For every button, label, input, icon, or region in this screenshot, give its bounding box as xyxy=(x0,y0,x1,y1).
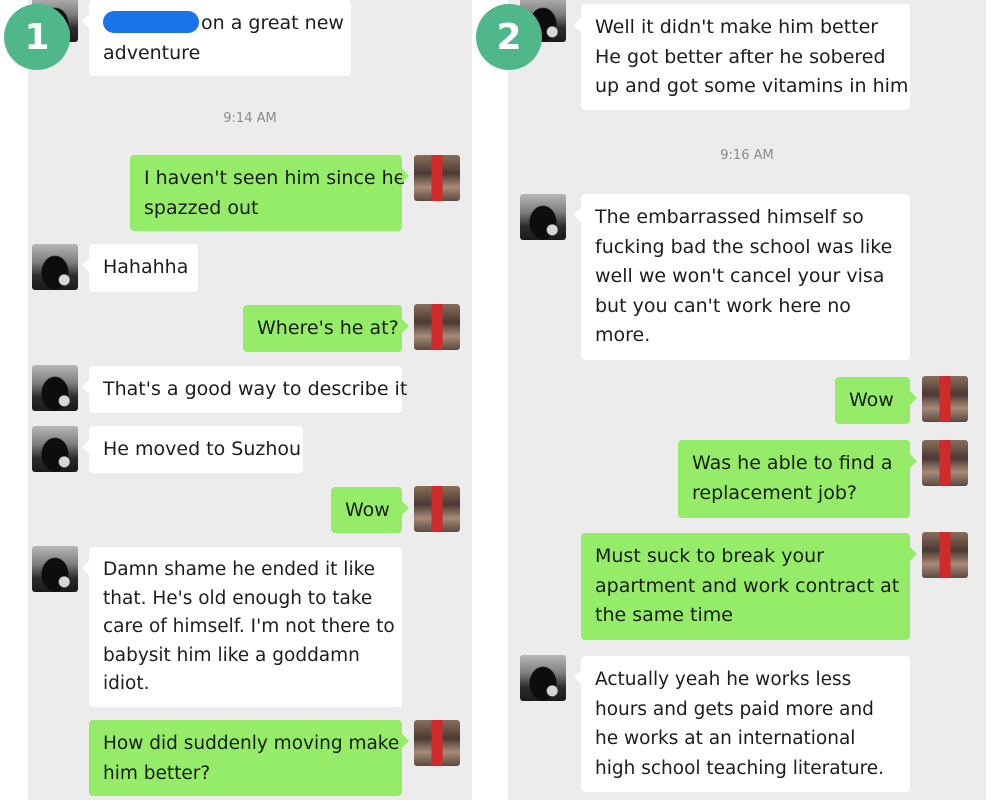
message-text: fucking bad the school was like xyxy=(595,235,893,258)
self-avatar[interactable] xyxy=(414,155,460,201)
timestamp: 9:16 AM xyxy=(720,148,774,163)
message-text: high school teaching literature. xyxy=(595,757,885,779)
contact-avatar[interactable] xyxy=(520,655,566,701)
message-text: the same time xyxy=(595,604,733,626)
message-text: Damn shame he ended it like xyxy=(103,559,376,580)
message-text: Well it didn't make him better xyxy=(595,16,879,38)
redacted-name-mark xyxy=(103,11,199,33)
self-avatar[interactable] xyxy=(414,486,460,532)
message-text: hours and gets paid more and xyxy=(595,698,874,720)
message-incoming: That's a good way to describe it xyxy=(82,366,408,413)
message-incoming: Hahahha xyxy=(82,244,198,292)
message-text: babysit him like a goddamn xyxy=(103,644,360,666)
message-text: spazzed out xyxy=(144,196,259,219)
self-avatar[interactable] xyxy=(414,720,460,766)
message-text: The embarrassed himself so xyxy=(595,206,864,228)
contact-avatar[interactable] xyxy=(520,194,566,240)
message-text: Where's he at? xyxy=(257,317,399,339)
message-incoming: Well it didn't make him better He got be… xyxy=(574,4,910,110)
chat-panel-2: Well it didn't make him better He got be… xyxy=(508,0,986,800)
message-text: he works at an international xyxy=(595,728,856,749)
message-text: adventure xyxy=(103,41,201,64)
message-text: Was he able to find a xyxy=(692,452,893,474)
message-text: him better? xyxy=(103,762,211,784)
message-text: How did suddenly moving make xyxy=(103,733,400,754)
message-text: Must suck to break your xyxy=(595,545,824,567)
message-text: Wow xyxy=(849,389,894,411)
self-avatar[interactable] xyxy=(922,532,968,578)
chat-panel-1: on a great new adventure 9:14 AM I haven… xyxy=(28,0,472,800)
timestamp: 9:14 AM xyxy=(223,111,277,126)
contact-avatar[interactable] xyxy=(32,365,78,411)
message-outgoing: Wow xyxy=(835,377,917,424)
contact-avatar[interactable] xyxy=(32,546,78,592)
message-outgoing: How did suddenly moving make him better? xyxy=(89,720,409,796)
message-text: but you can't work here no xyxy=(595,294,851,317)
message-text: apartment and work contract at xyxy=(595,574,900,597)
message-text: He got better after he sobered xyxy=(595,45,886,68)
message-text: That's a good way to describe it xyxy=(103,378,408,400)
message-incoming: The embarrassed himself so fucking bad t… xyxy=(574,194,910,360)
self-avatar[interactable] xyxy=(922,440,968,486)
message-incoming: He moved to Suzhou xyxy=(82,426,303,473)
message-text: He moved to Suzhou xyxy=(103,438,302,460)
message-text: more. xyxy=(595,324,651,346)
screenshot-number-badge: 2 xyxy=(476,4,542,70)
message-outgoing: Must suck to break your apartment and wo… xyxy=(581,533,917,640)
message-text: I haven't seen him since he xyxy=(144,167,406,189)
contact-avatar[interactable] xyxy=(32,244,78,290)
message-incoming: Actually yeah he works less hours and ge… xyxy=(574,656,910,792)
message-text: well we won't cancel your visa xyxy=(595,265,885,287)
self-avatar[interactable] xyxy=(414,304,460,350)
message-incoming: on a great new adventure xyxy=(82,0,351,76)
self-avatar[interactable] xyxy=(922,376,968,422)
message-text: that. He's old enough to take xyxy=(103,587,373,609)
message-text: Wow xyxy=(345,499,390,521)
message-incoming: Damn shame he ended it like that. He's o… xyxy=(82,547,402,707)
message-text: Actually yeah he works less xyxy=(595,669,852,690)
screenshot-number-badge: 1 xyxy=(4,4,70,70)
message-text: up and got some vitamins in him xyxy=(595,75,909,97)
message-text: Hahahha xyxy=(103,256,189,278)
message-text: on a great new xyxy=(201,12,344,34)
contact-avatar[interactable] xyxy=(32,426,78,472)
message-text: idiot. xyxy=(103,673,150,694)
message-text: replacement job? xyxy=(692,481,857,504)
message-outgoing: Was he able to find a replacement job? xyxy=(678,440,917,518)
message-outgoing: Where's he at? xyxy=(243,305,409,352)
message-text: care of himself. I'm not there to xyxy=(103,616,395,637)
message-outgoing: Wow xyxy=(331,487,409,533)
message-outgoing: I haven't seen him since he spazzed out xyxy=(130,155,409,231)
